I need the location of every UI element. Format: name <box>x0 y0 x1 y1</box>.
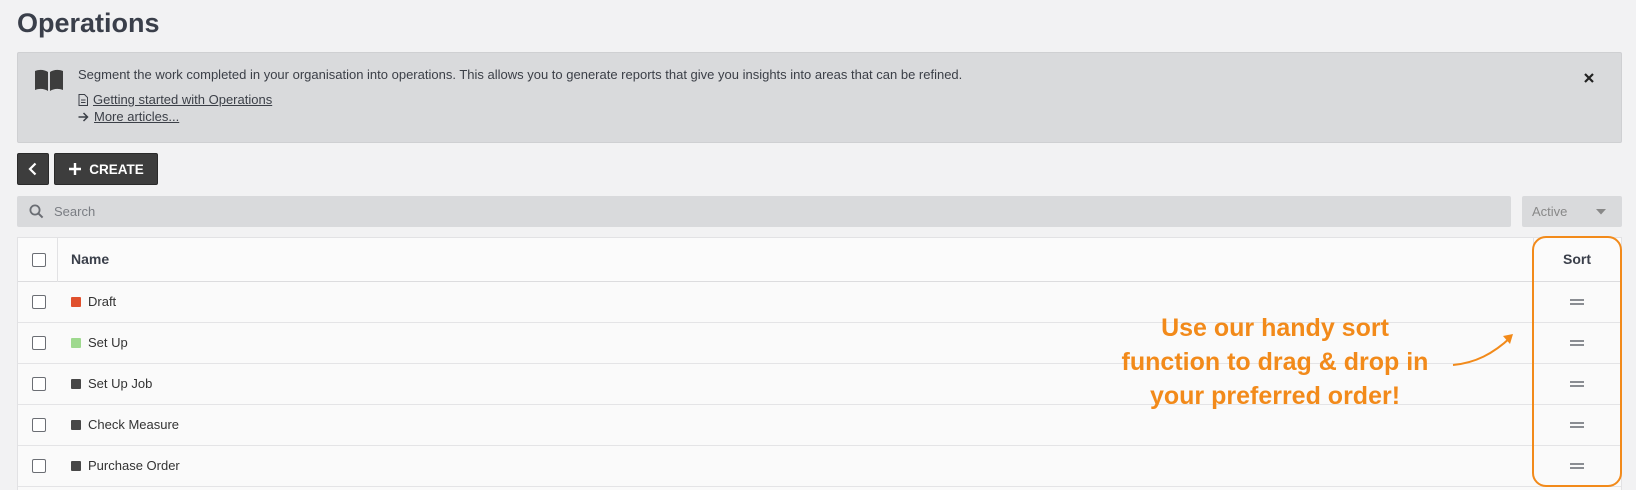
row-checkbox[interactable] <box>32 377 46 391</box>
close-icon[interactable] <box>1581 70 1597 86</box>
drag-handle-icon[interactable] <box>1570 380 1584 388</box>
row-name[interactable]: Check Measure <box>88 417 179 432</box>
search-input[interactable] <box>54 204 1454 219</box>
sort-callout: Use our handy sort function to drag & dr… <box>1105 311 1445 413</box>
more-articles-link[interactable]: More articles... <box>78 109 179 124</box>
color-swatch <box>71 338 81 348</box>
row-checkbox[interactable] <box>32 336 46 350</box>
color-swatch <box>71 461 81 471</box>
select-all-cell <box>18 238 58 282</box>
search-bar[interactable] <box>17 196 1511 227</box>
info-panel: Segment the work completed in your organ… <box>17 52 1622 143</box>
search-icon <box>29 204 44 219</box>
select-all-checkbox[interactable] <box>32 253 46 267</box>
caret-down-icon <box>1596 208 1606 214</box>
book-icon <box>35 69 63 91</box>
color-swatch <box>71 297 81 307</box>
table-header: Name Sort <box>18 238 1621 282</box>
drag-handle-icon[interactable] <box>1570 421 1584 429</box>
status-filter-select[interactable]: Active <box>1522 196 1622 227</box>
getting-started-link[interactable]: Getting started with Operations <box>78 92 272 107</box>
info-description: Segment the work completed in your organ… <box>78 67 963 82</box>
callout-arrow-icon <box>1452 334 1513 366</box>
row-checkbox[interactable] <box>32 459 46 473</box>
create-button-label: CREATE <box>89 161 144 177</box>
row-checkbox[interactable] <box>32 418 46 432</box>
table-row[interactable]: Purchase Order <box>18 446 1621 487</box>
row-name[interactable]: Purchase Order <box>88 458 180 473</box>
row-name[interactable]: Set Up <box>88 335 128 350</box>
document-icon <box>78 93 88 106</box>
create-button[interactable]: CREATE <box>54 153 158 185</box>
callout-line: function to drag & drop in <box>1121 348 1429 376</box>
status-filter-value: Active <box>1532 204 1568 219</box>
color-swatch <box>71 420 81 430</box>
callout-line: your preferred order! <box>1149 382 1401 410</box>
color-swatch <box>71 379 81 389</box>
getting-started-link-label[interactable]: Getting started with Operations <box>93 92 272 107</box>
drag-handle-icon[interactable] <box>1570 462 1584 470</box>
plus-icon <box>69 163 82 175</box>
arrow-right-icon <box>78 111 89 122</box>
chevron-left-icon <box>28 162 37 176</box>
column-header-name[interactable]: Name <box>71 251 109 267</box>
row-name[interactable]: Set Up Job <box>88 376 152 391</box>
row-name[interactable]: Draft <box>88 294 116 309</box>
row-checkbox[interactable] <box>32 295 46 309</box>
drag-handle-icon[interactable] <box>1570 339 1584 347</box>
back-button[interactable] <box>17 153 49 185</box>
page-title: Operations <box>17 8 160 38</box>
callout-line: Use our handy sort <box>1161 314 1389 342</box>
more-articles-link-label[interactable]: More articles... <box>94 109 179 124</box>
drag-handle-icon[interactable] <box>1570 298 1584 306</box>
column-header-sort: Sort <box>1563 251 1591 267</box>
